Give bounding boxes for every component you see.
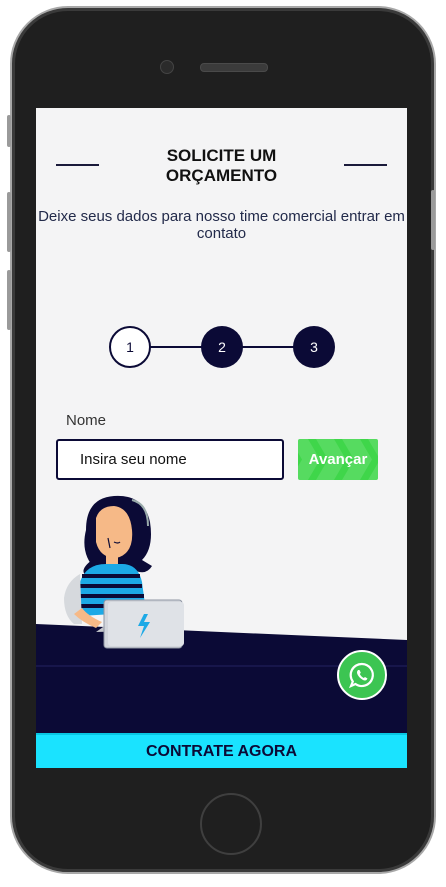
advance-button[interactable]: Avançar [298,439,378,480]
woman-with-laptop-illustration [64,495,184,649]
power-button [431,190,435,250]
mute-switch [7,115,11,147]
step-2: 2 [201,326,243,368]
advance-button-label: Avançar [308,451,368,468]
home-button[interactable] [200,793,262,855]
hire-now-button[interactable]: CONTRATE AGORA [36,733,407,768]
name-input[interactable] [56,439,284,480]
title-divider-right [344,164,387,166]
whatsapp-icon [348,662,374,689]
name-field-label: Nome [66,412,107,429]
front-camera [160,60,174,74]
page-subtitle: Deixe seus dados para nosso time comerci… [38,208,405,242]
step-indicator: 1 2 3 [36,326,407,368]
earpiece-speaker [200,63,268,72]
app-screen: SOLICITE UM ORÇAMENTO Deixe seus dados p… [36,108,407,768]
volume-up-button [7,192,11,252]
page-title: SOLICITE UM ORÇAMENTO [165,146,278,185]
step-3: 3 [293,326,335,368]
step-1: 1 [109,326,151,368]
volume-down-button [7,270,11,330]
whatsapp-button[interactable] [337,650,387,700]
title-divider-left [56,164,99,166]
title-row: SOLICITE UM ORÇAMENTO [36,146,407,190]
